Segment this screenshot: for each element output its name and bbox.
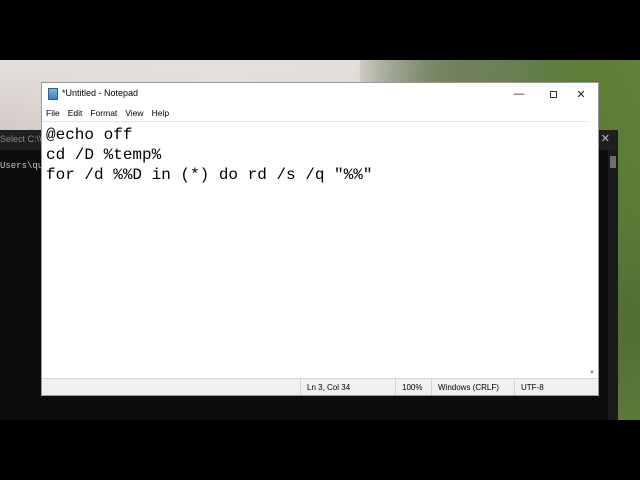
console-close-icon[interactable]: ✕ xyxy=(601,132,610,145)
editor-content[interactable]: @echo off cd /D %temp% for /d %%D in (*) d… xyxy=(46,125,372,185)
menu-bar: File Edit Format View Help xyxy=(42,105,598,121)
menu-file[interactable]: File xyxy=(42,108,64,118)
menu-format[interactable]: Format xyxy=(86,108,121,118)
text-editor[interactable]: @echo off cd /D %temp% for /d %%D in (*) d… xyxy=(42,121,598,378)
console-scrollbar-thumb[interactable] xyxy=(610,156,616,168)
editor-line: cd /D %temp% xyxy=(46,146,162,164)
minimize-button[interactable]: — xyxy=(502,83,536,105)
status-cursor-position: Ln 3, Col 34 xyxy=(300,379,395,395)
menu-help[interactable]: Help xyxy=(148,108,173,118)
close-button[interactable]: ✕ xyxy=(564,83,598,105)
console-scrollbar[interactable] xyxy=(608,150,618,420)
menu-view[interactable]: View xyxy=(121,108,147,118)
status-line-ending: Windows (CRLF) xyxy=(431,379,514,395)
notepad-icon xyxy=(48,88,58,100)
menu-edit[interactable]: Edit xyxy=(64,108,87,118)
window-title: *Untitled - Notepad xyxy=(62,88,139,98)
maximize-icon xyxy=(549,90,557,98)
status-encoding: UTF-8 xyxy=(514,379,598,395)
minimize-icon: — xyxy=(513,88,525,100)
status-zoom: 100% xyxy=(395,379,431,395)
close-icon: ✕ xyxy=(576,88,586,101)
scroll-down-arrow-icon[interactable]: ▼ xyxy=(589,370,595,376)
desktop: Select C:\W ✕ Users\quy *Untitled - Note… xyxy=(0,60,640,420)
editor-scrollbar[interactable]: ▼ xyxy=(588,121,598,378)
console-title: Select C:\W xyxy=(0,134,48,144)
editor-line: @echo off xyxy=(46,126,133,144)
notepad-window[interactable]: *Untitled - Notepad — ✕ File Edit Format… xyxy=(42,83,598,395)
notepad-titlebar[interactable]: *Untitled - Notepad — ✕ xyxy=(42,83,598,105)
editor-line: for /d %%D in (*) do rd /s /q "%%" xyxy=(46,166,373,184)
status-bar: Ln 3, Col 34 100% Windows (CRLF) UTF-8 xyxy=(42,378,598,395)
